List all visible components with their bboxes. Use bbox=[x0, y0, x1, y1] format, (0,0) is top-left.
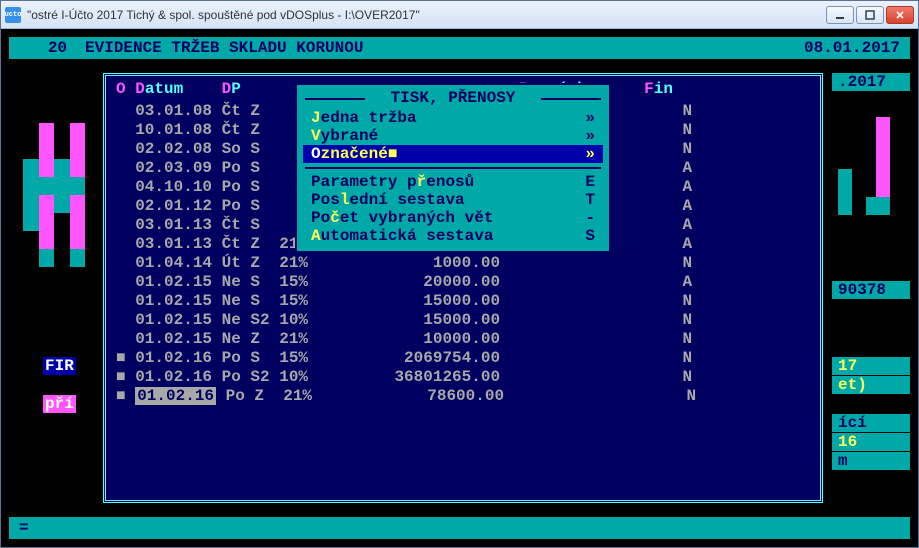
badge-et: et) bbox=[832, 376, 910, 394]
badge-code: 90378 bbox=[832, 281, 910, 299]
decor-left bbox=[23, 123, 85, 267]
decor-right bbox=[838, 117, 890, 217]
badge-year: .2017 bbox=[832, 73, 910, 91]
popup-separator bbox=[305, 167, 601, 169]
popup-item[interactable]: Počet vybraných vět- bbox=[297, 209, 609, 227]
table-row[interactable]: 01.02.15 Ne S 15% 15000.00 N bbox=[116, 292, 810, 311]
popup-item[interactable]: Parametry přenosůE bbox=[297, 173, 609, 191]
badge-16: 16 bbox=[832, 433, 910, 451]
maximize-button[interactable] bbox=[856, 6, 884, 24]
app-window: ucto "ostré I-Účto 2017 Tichý & spol. sp… bbox=[0, 0, 919, 548]
popup-title: TISK, PŘENOSY bbox=[297, 89, 609, 109]
table-row[interactable]: ■ 01.02.16 Po Z 21% 78600.00 N bbox=[116, 387, 810, 406]
app-icon: ucto bbox=[5, 7, 21, 23]
table-row[interactable]: 01.04.14 Út Z 21% 1000.00 N bbox=[116, 254, 810, 273]
titlebar: ucto "ostré I-Účto 2017 Tichý & spol. sp… bbox=[1, 1, 918, 29]
table-row[interactable]: ■ 01.02.16 Po S 15% 2069754.00 N bbox=[116, 349, 810, 368]
table-row[interactable]: 01.02.15 Ne Z 21% 10000.00 N bbox=[116, 330, 810, 349]
label-pri: pří bbox=[43, 395, 76, 413]
header-number: 20 bbox=[19, 39, 67, 57]
table-row[interactable]: ■ 01.02.16 Po S2 10% 36801265.00 N bbox=[116, 368, 810, 387]
badge-m: m bbox=[832, 452, 910, 470]
window-title: "ostré I-Účto 2017 Tichý & spol. spouště… bbox=[27, 8, 826, 22]
table-row[interactable]: 01.02.15 Ne S2 10% 15000.00 N bbox=[116, 311, 810, 330]
close-button[interactable] bbox=[886, 6, 914, 24]
statusbar: = bbox=[9, 517, 910, 539]
header-title: EVIDENCE TRŽEB SKLADU KORUNOU bbox=[67, 39, 804, 57]
table-row[interactable]: 01.02.15 Ne S 15% 20000.00 A bbox=[116, 273, 810, 292]
terminal-header: 20 EVIDENCE TRŽEB SKLADU KORUNOU 08.01.2… bbox=[9, 37, 910, 59]
header-date: 08.01.2017 bbox=[804, 39, 900, 57]
popup-menu: TISK, PŘENOSY Jedna tržba»Vybrané»Označe… bbox=[295, 83, 611, 253]
badge-17: 17 bbox=[832, 357, 910, 375]
dos-terminal: 20 EVIDENCE TRŽEB SKLADU KORUNOU 08.01.2… bbox=[1, 29, 918, 547]
minimize-button[interactable] bbox=[826, 6, 854, 24]
popup-item[interactable]: Automatická sestavaS bbox=[297, 227, 609, 245]
label-fir: FIR bbox=[43, 357, 76, 375]
popup-item[interactable]: Označené■» bbox=[303, 145, 603, 163]
popup-item[interactable]: Poslední sestavaT bbox=[297, 191, 609, 209]
badge-ici: ící bbox=[832, 414, 910, 432]
popup-item[interactable]: Jedna tržba» bbox=[297, 109, 609, 127]
popup-item[interactable]: Vybrané» bbox=[297, 127, 609, 145]
